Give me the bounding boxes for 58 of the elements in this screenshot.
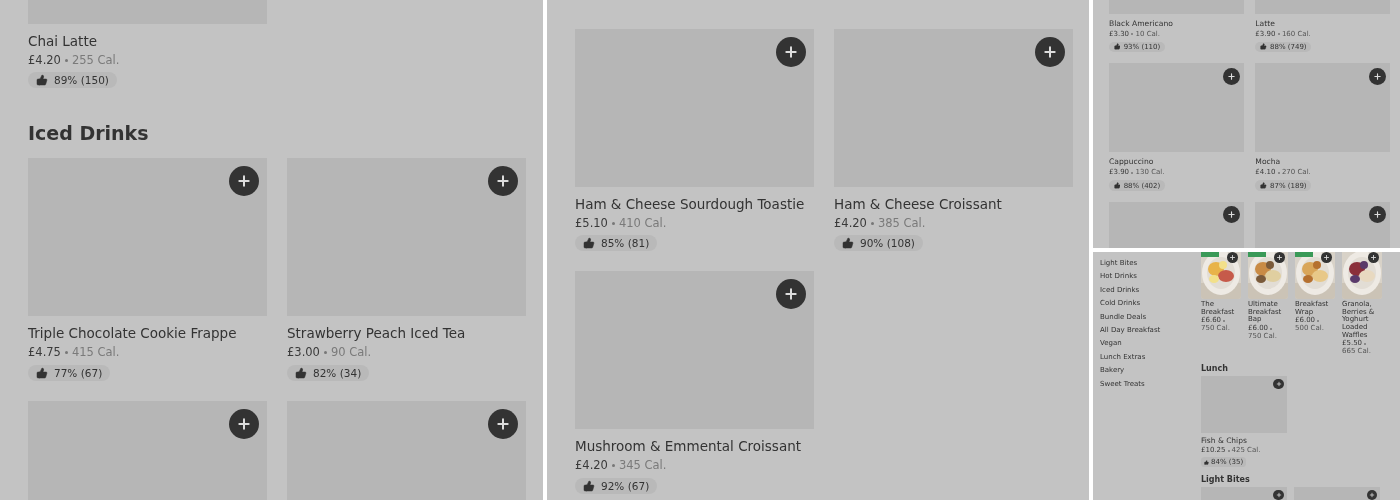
add-button[interactable] bbox=[1222, 206, 1240, 224]
thumbs-up-icon bbox=[1259, 43, 1267, 51]
thumbs-up-icon bbox=[36, 74, 48, 87]
item-name: Mushroom & Emmental Croissant bbox=[575, 438, 801, 457]
item-name: Strawberry Peach Iced Tea bbox=[287, 325, 466, 344]
add-button[interactable] bbox=[1273, 489, 1285, 500]
item-calories: 345 Cal. bbox=[618, 458, 667, 473]
add-button[interactable] bbox=[229, 166, 259, 197]
thumbs-up-icon bbox=[36, 366, 48, 379]
rating-text: 82% (34) bbox=[313, 366, 362, 379]
add-button[interactable] bbox=[229, 408, 259, 439]
add-button[interactable] bbox=[1366, 489, 1378, 500]
thumbs-up-icon bbox=[1203, 459, 1209, 465]
item-price: £4.20 bbox=[834, 215, 867, 231]
separator-dot bbox=[611, 221, 615, 225]
add-button[interactable] bbox=[776, 37, 806, 67]
add-button[interactable] bbox=[1368, 67, 1386, 85]
separator-dot bbox=[64, 351, 68, 354]
add-button[interactable] bbox=[488, 166, 518, 197]
thumbs-up-icon bbox=[1113, 43, 1121, 51]
rating-text: 85% (81) bbox=[601, 237, 650, 250]
separator-dot bbox=[64, 58, 68, 62]
item-price: £4.75 bbox=[28, 345, 61, 360]
add-button[interactable] bbox=[1368, 206, 1386, 224]
item-calories: 255 Cal. bbox=[71, 52, 120, 68]
thumbs-up-icon bbox=[295, 366, 307, 379]
section-heading: Light Bites bbox=[1201, 474, 1250, 484]
item-calories: 415 Cal. bbox=[71, 345, 120, 360]
rating-text: 89% (150) bbox=[54, 74, 109, 87]
item-price: £4.20 bbox=[575, 458, 608, 473]
item-price: £5.10 bbox=[575, 215, 608, 231]
item-name: Chai Latte bbox=[28, 33, 97, 51]
item-name: Ham & Cheese Sourdough Toastie bbox=[575, 196, 805, 214]
section-heading: Iced Drinks bbox=[28, 122, 150, 145]
thumbs-up-icon bbox=[1113, 182, 1121, 189]
item-name: Triple Chocolate Cookie Frappe bbox=[28, 325, 237, 344]
add-button[interactable] bbox=[1222, 67, 1240, 85]
thumbs-up-icon bbox=[1259, 182, 1267, 189]
item-price: £3.00 bbox=[287, 345, 320, 360]
thumbs-up-icon bbox=[842, 237, 854, 250]
thumbs-up-icon bbox=[583, 237, 595, 250]
item-calories: 385 Cal. bbox=[877, 215, 926, 231]
separator-dot bbox=[323, 351, 327, 354]
item-price: £4.20 bbox=[28, 52, 61, 68]
thumbs-up-icon bbox=[583, 479, 595, 492]
add-button[interactable] bbox=[776, 279, 806, 310]
add-button[interactable] bbox=[1035, 37, 1065, 67]
rating-text: 90% (108) bbox=[860, 237, 915, 250]
rating-text: 92% (67) bbox=[601, 479, 650, 492]
section-heading: Lunch bbox=[1201, 363, 1228, 373]
item-name: Ham & Cheese Croissant bbox=[834, 196, 1002, 214]
item-calories: 90 Cal. bbox=[330, 345, 372, 360]
add-button[interactable] bbox=[488, 408, 518, 439]
separator-dot bbox=[870, 221, 874, 225]
item-calories: 410 Cal. bbox=[618, 215, 667, 231]
rating-text: 77% (67) bbox=[54, 366, 103, 379]
add-button[interactable] bbox=[1273, 378, 1285, 390]
separator-dot bbox=[611, 464, 615, 467]
